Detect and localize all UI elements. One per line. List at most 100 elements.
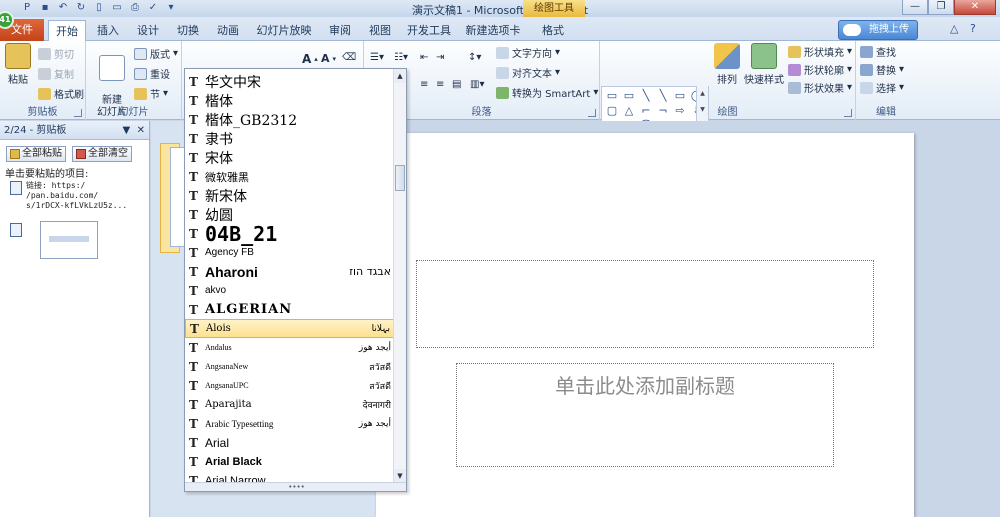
help-icon[interactable]: ?: [970, 22, 976, 35]
text-direction-button[interactable]: 文字方向 ▾: [496, 45, 560, 60]
tab-format[interactable]: 格式: [533, 20, 573, 41]
arrange-button[interactable]: 排列: [712, 43, 742, 86]
clear-format-icon[interactable]: ⌫: [342, 52, 356, 63]
drag-upload-button[interactable]: 拖拽上传: [838, 20, 918, 40]
slide[interactable]: 单击此处添加副标题: [376, 133, 914, 517]
tab-transitions[interactable]: 切换: [170, 20, 206, 41]
resize-grip-icon[interactable]: ••••: [185, 482, 406, 491]
font-list-item[interactable]: T Alois بہلانا: [185, 319, 395, 338]
font-list-item[interactable]: T Aharoni אבגד הוז: [185, 262, 395, 281]
font-list-item[interactable]: T 华文中宋: [185, 72, 395, 91]
clipboard-pane-title: 2/24 - 剪贴板: [4, 125, 67, 136]
font-list-item[interactable]: T Arial Black: [185, 452, 395, 471]
scroll-up-icon[interactable]: ▲: [394, 69, 406, 83]
layout-button[interactable]: 版式 ▾: [134, 46, 178, 61]
shrink-font-icon[interactable]: A ▾: [321, 52, 336, 65]
decrease-indent-icon[interactable]: ⇤: [420, 52, 428, 63]
tab-animations[interactable]: 动画: [210, 20, 246, 41]
font-list-item[interactable]: T 楷体_GB2312: [185, 110, 395, 129]
line-shape-icon[interactable]: ╲: [638, 89, 654, 103]
grow-font-icon[interactable]: A ▴: [302, 52, 318, 66]
increase-indent-icon[interactable]: ⇥: [436, 52, 444, 63]
tab-home[interactable]: 开始: [48, 20, 86, 41]
font-list-item[interactable]: T 微软雅黑: [185, 167, 395, 186]
font-list-item[interactable]: T 宋体: [185, 148, 395, 167]
font-list-item[interactable]: T Agency FB: [185, 243, 395, 262]
cut-button[interactable]: 剪切: [38, 46, 74, 61]
scroll-down-icon[interactable]: ▼: [394, 469, 406, 483]
title-placeholder[interactable]: [416, 260, 874, 348]
font-sample-label: بہلانا: [371, 323, 390, 334]
find-button[interactable]: 查找: [860, 44, 896, 59]
tab-design[interactable]: 设计: [130, 20, 166, 41]
line-spacing-icon[interactable]: ↕▾: [468, 52, 481, 63]
rounded-rect-shape-icon[interactable]: ▢: [604, 104, 620, 118]
truetype-icon: T: [189, 93, 198, 108]
drawing-launcher[interactable]: [844, 109, 852, 117]
vtextbox-shape-icon[interactable]: ▭: [621, 89, 637, 103]
convert-smartart-button[interactable]: 转换为 SmartArt ▾: [496, 85, 598, 100]
bullets-icon[interactable]: ☰▾: [370, 52, 384, 63]
textbox-shape-icon[interactable]: ▭: [604, 89, 620, 103]
section-button[interactable]: 节 ▾: [134, 86, 168, 101]
tab-developer[interactable]: 开发工具: [404, 20, 454, 41]
shape-outline-button[interactable]: 形状轮廓 ▾: [788, 62, 852, 77]
quick-styles-icon: [751, 43, 777, 69]
font-sample-label: देवनागरी: [362, 401, 391, 411]
paragraph-launcher[interactable]: [588, 109, 596, 117]
shape-effects-button[interactable]: 形状效果 ▾: [788, 80, 852, 95]
font-list-item[interactable]: T 楷体: [185, 91, 395, 110]
close-button[interactable]: ✕: [954, 0, 996, 15]
tab-view[interactable]: 视图: [362, 20, 398, 41]
format-painter-button[interactable]: 格式刷: [38, 86, 84, 101]
elbow-shape-icon[interactable]: ⌐: [638, 104, 654, 118]
minimize-button[interactable]: —: [902, 0, 928, 15]
replace-button[interactable]: 替换 ▾: [860, 62, 904, 77]
elbow2-shape-icon[interactable]: ¬: [655, 104, 671, 118]
pane-options-icon[interactable]: ▼: [123, 125, 131, 136]
font-list-item[interactable]: T ALGERIAN: [185, 300, 395, 319]
font-dropdown-list[interactable]: T 华文中宋 T 楷体 T 楷体_GB2312 T 隶书 T 宋体 T 微软雅黑 T 新宋体 T 幼圆 T 04B…: [184, 68, 407, 492]
font-list-item[interactable]: T 04B_21: [185, 222, 395, 246]
clipboard-item-image[interactable]: [40, 221, 98, 259]
clear-all-button[interactable]: 全部清空: [72, 146, 132, 162]
pane-close-icon[interactable]: ✕: [137, 125, 145, 136]
font-list-item[interactable]: T Andalus أيجد هوز: [185, 338, 395, 357]
font-list-item[interactable]: Takvo: [185, 281, 395, 300]
font-list-item[interactable]: T AngsanaUPC สวัสดี: [185, 376, 395, 395]
triangle-shape-icon[interactable]: △: [621, 104, 637, 118]
copy-button[interactable]: 复制: [38, 66, 74, 81]
rectangle-shape-icon[interactable]: ▭: [672, 89, 688, 103]
numbering-icon[interactable]: ☷▾: [394, 52, 408, 63]
tab-slideshow[interactable]: 幻灯片放映: [254, 20, 314, 41]
font-list-item[interactable]: T 隶书: [185, 129, 395, 148]
align-center-icon[interactable]: ≡: [436, 79, 444, 90]
font-list-scrollbar[interactable]: ▲ ▼: [393, 69, 406, 491]
tab-insert[interactable]: 插入: [90, 20, 126, 41]
align-text-button[interactable]: 对齐文本 ▾: [496, 65, 560, 80]
right-arrow-shape-icon[interactable]: ⇨: [672, 104, 688, 118]
tab-new-tab[interactable]: 新建选项卡: [463, 20, 523, 41]
shape-fill-button[interactable]: 形状填充 ▾: [788, 44, 852, 59]
tab-review[interactable]: 审阅: [322, 20, 358, 41]
reset-button[interactable]: 重设: [134, 66, 170, 81]
justify-icon[interactable]: ▤: [452, 79, 461, 90]
clipboard-launcher[interactable]: [74, 109, 82, 117]
font-list-item[interactable]: T Arial: [185, 433, 395, 452]
font-list-item[interactable]: T Aparajita देवनागरी: [185, 395, 395, 414]
subtitle-placeholder[interactable]: 单击此处添加副标题: [456, 363, 834, 467]
paste-all-button[interactable]: 全部粘贴: [6, 146, 66, 162]
restore-button[interactable]: ❐: [928, 0, 954, 15]
select-button[interactable]: 选择 ▾: [860, 80, 904, 95]
font-list-item[interactable]: T AngsanaNew สวัสดี: [185, 357, 395, 376]
quick-styles-button[interactable]: 快速样式: [744, 43, 784, 86]
arrow-line-shape-icon[interactable]: ╲: [655, 89, 671, 103]
paste-button[interactable]: 粘贴: [4, 43, 32, 86]
font-list-item[interactable]: T Arabic Typesetting أيجد هوز: [185, 414, 395, 433]
scroll-thumb[interactable]: [395, 165, 405, 191]
clipboard-item-link[interactable]: 链接: https:/ /pan.baidu.com/ s/1rDCX-kfLV…: [26, 181, 127, 211]
font-list-item[interactable]: T 新宋体: [185, 186, 395, 205]
columns-icon[interactable]: ▥▾: [470, 79, 484, 90]
minimize-ribbon-icon[interactable]: △: [950, 22, 958, 35]
align-left-icon[interactable]: ≡: [420, 79, 428, 90]
